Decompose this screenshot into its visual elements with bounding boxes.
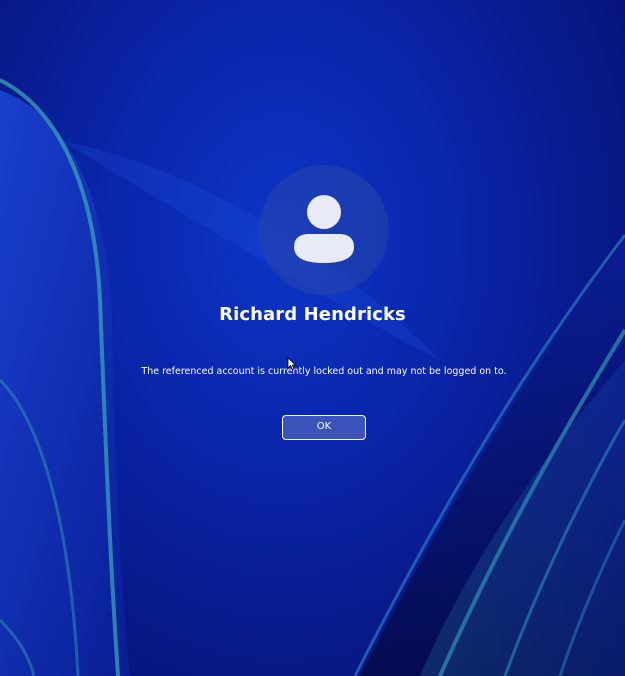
lockout-message: The referenced account is currently lock…	[141, 366, 507, 377]
bloom-wallpaper	[0, 78, 625, 676]
user-avatar	[259, 165, 389, 295]
ok-button[interactable]: OK	[282, 415, 366, 440]
lock-screen: Richard Hendricks The referenced account…	[0, 0, 625, 676]
mouse-cursor-icon	[287, 357, 297, 371]
user-name: Richard Hendricks	[219, 304, 406, 325]
user-silhouette-icon	[294, 195, 354, 263]
